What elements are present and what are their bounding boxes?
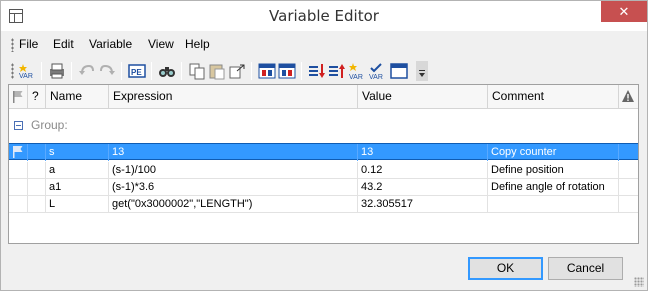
svg-text:VAR: VAR bbox=[19, 73, 33, 80]
title-bar: Variable Editor ✕ bbox=[1, 1, 647, 31]
warning-icon bbox=[622, 90, 634, 102]
table-row[interactable]: a (s-1)/100 0.12 Define position bbox=[9, 162, 638, 179]
svg-text:VAR: VAR bbox=[349, 74, 363, 81]
resize-grip[interactable] bbox=[634, 277, 644, 287]
flag-cell[interactable] bbox=[9, 196, 28, 213]
hint-cell bbox=[28, 162, 46, 179]
hint-cell bbox=[28, 144, 46, 161]
comment-cell[interactable]: Define position bbox=[488, 162, 619, 179]
variable-editor-window: Variable Editor ✕ File Edit Variable Vie… bbox=[0, 0, 648, 291]
menu-help[interactable]: Help bbox=[185, 37, 210, 51]
table-row[interactable]: s 13 13 Copy counter bbox=[9, 143, 638, 161]
toolbar: VAR PE VAR VAR bbox=[9, 59, 429, 83]
value-cell: 0.12 bbox=[358, 162, 488, 179]
value-cell: 43.2 bbox=[358, 179, 488, 196]
comment-cell[interactable] bbox=[488, 196, 619, 213]
warning-cell bbox=[619, 179, 638, 196]
check-var-icon[interactable]: VAR bbox=[367, 61, 387, 81]
move-down-icon[interactable] bbox=[307, 61, 327, 81]
menu-variable[interactable]: Variable bbox=[89, 37, 132, 51]
hint-cell bbox=[28, 196, 46, 213]
svg-text:PE: PE bbox=[131, 68, 142, 77]
value-column-header[interactable]: Value bbox=[358, 85, 488, 108]
hint-cell bbox=[28, 179, 46, 196]
window-icon[interactable] bbox=[389, 61, 409, 81]
comment-cell[interactable]: Copy counter bbox=[488, 144, 619, 161]
redo-icon[interactable] bbox=[97, 61, 117, 81]
toolbar-grip bbox=[11, 63, 14, 79]
export-icon[interactable] bbox=[277, 61, 297, 81]
table-row[interactable]: a1 (s-1)*3.6 43.2 Define angle of rotati… bbox=[9, 179, 638, 196]
ok-button[interactable]: OK bbox=[468, 257, 543, 280]
collapse-group-icon[interactable] bbox=[14, 121, 23, 130]
name-column-header[interactable]: Name bbox=[46, 85, 109, 108]
expression-cell[interactable]: get("0x3000002","LENGTH") bbox=[109, 196, 358, 213]
warning-column-header[interactable] bbox=[619, 85, 638, 108]
properties-icon[interactable]: PE bbox=[127, 61, 147, 81]
group-label: Group: bbox=[31, 118, 68, 132]
close-button[interactable]: ✕ bbox=[601, 1, 647, 22]
menu-bar: File Edit Variable View Help bbox=[9, 35, 639, 55]
flag-icon bbox=[13, 146, 23, 158]
cancel-button[interactable]: Cancel bbox=[548, 257, 623, 280]
paste-special-icon[interactable] bbox=[227, 61, 247, 81]
print-icon[interactable] bbox=[47, 61, 67, 81]
svg-text:VAR: VAR bbox=[369, 74, 383, 81]
flag-cell[interactable] bbox=[9, 179, 28, 196]
menu-grip bbox=[11, 38, 14, 52]
move-up-icon[interactable] bbox=[327, 61, 347, 81]
comment-cell[interactable]: Define angle of rotation bbox=[488, 179, 619, 196]
toolbar-overflow-button[interactable] bbox=[416, 61, 428, 81]
comment-column-header[interactable]: Comment bbox=[488, 85, 619, 108]
value-cell: 13 bbox=[358, 144, 488, 161]
expression-cell[interactable]: (s-1)/100 bbox=[109, 162, 358, 179]
paste-icon[interactable] bbox=[207, 61, 227, 81]
expression-cell[interactable]: 13 bbox=[109, 144, 358, 161]
menu-edit[interactable]: Edit bbox=[53, 37, 74, 51]
copy-icon[interactable] bbox=[187, 61, 207, 81]
import-icon[interactable] bbox=[257, 61, 277, 81]
grid-header: ? Name Expression Value Comment bbox=[9, 85, 638, 109]
value-cell: 32.305517 bbox=[358, 196, 488, 213]
flag-cell[interactable] bbox=[9, 162, 28, 179]
name-cell[interactable]: L bbox=[46, 196, 109, 213]
expression-cell[interactable]: (s-1)*3.6 bbox=[109, 179, 358, 196]
name-cell[interactable]: a bbox=[46, 162, 109, 179]
warning-cell bbox=[619, 196, 638, 213]
hint-column-header[interactable]: ? bbox=[28, 85, 46, 108]
undo-icon[interactable] bbox=[77, 61, 97, 81]
menu-file[interactable]: File bbox=[19, 37, 38, 51]
name-cell[interactable]: s bbox=[46, 144, 109, 161]
new-var-icon[interactable]: VAR bbox=[347, 61, 367, 81]
flag-cell[interactable] bbox=[9, 144, 28, 161]
table-row[interactable]: L get("0x3000002","LENGTH") 32.305517 bbox=[9, 196, 638, 213]
flag-column-header[interactable] bbox=[9, 85, 28, 108]
name-cell[interactable]: a1 bbox=[46, 179, 109, 196]
expression-column-header[interactable]: Expression bbox=[109, 85, 358, 108]
warning-cell bbox=[619, 144, 638, 161]
find-icon[interactable] bbox=[157, 61, 177, 81]
new-variable-icon[interactable]: VAR bbox=[17, 61, 37, 81]
menu-view[interactable]: View bbox=[148, 37, 174, 51]
variable-grid: ? Name Expression Value Comment Group: s… bbox=[8, 84, 639, 244]
window-title: Variable Editor bbox=[269, 7, 379, 25]
group-row[interactable]: Group: bbox=[9, 109, 638, 143]
warning-cell bbox=[619, 162, 638, 179]
